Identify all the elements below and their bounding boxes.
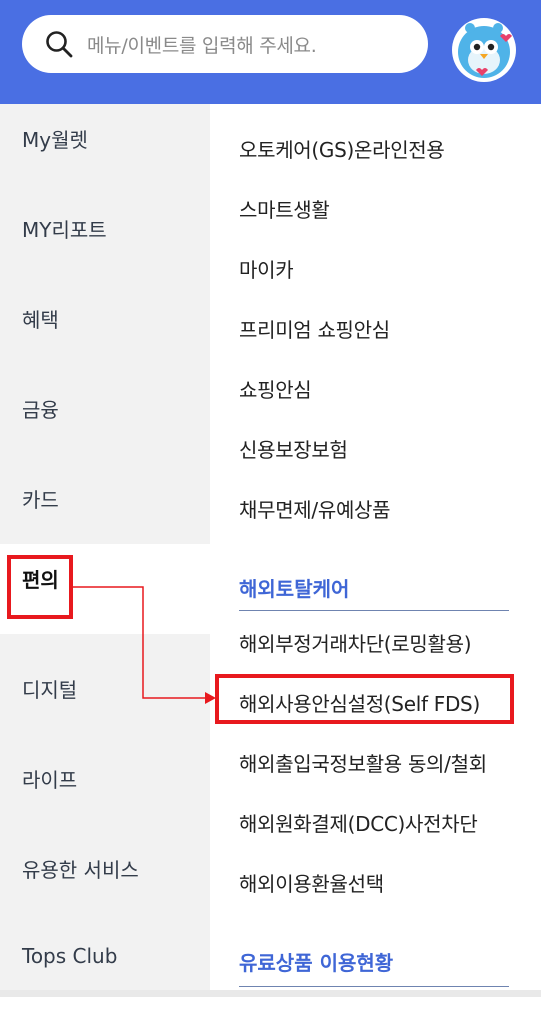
annotation-arrow: [73, 586, 216, 704]
bottom-divider: [0, 990, 541, 997]
